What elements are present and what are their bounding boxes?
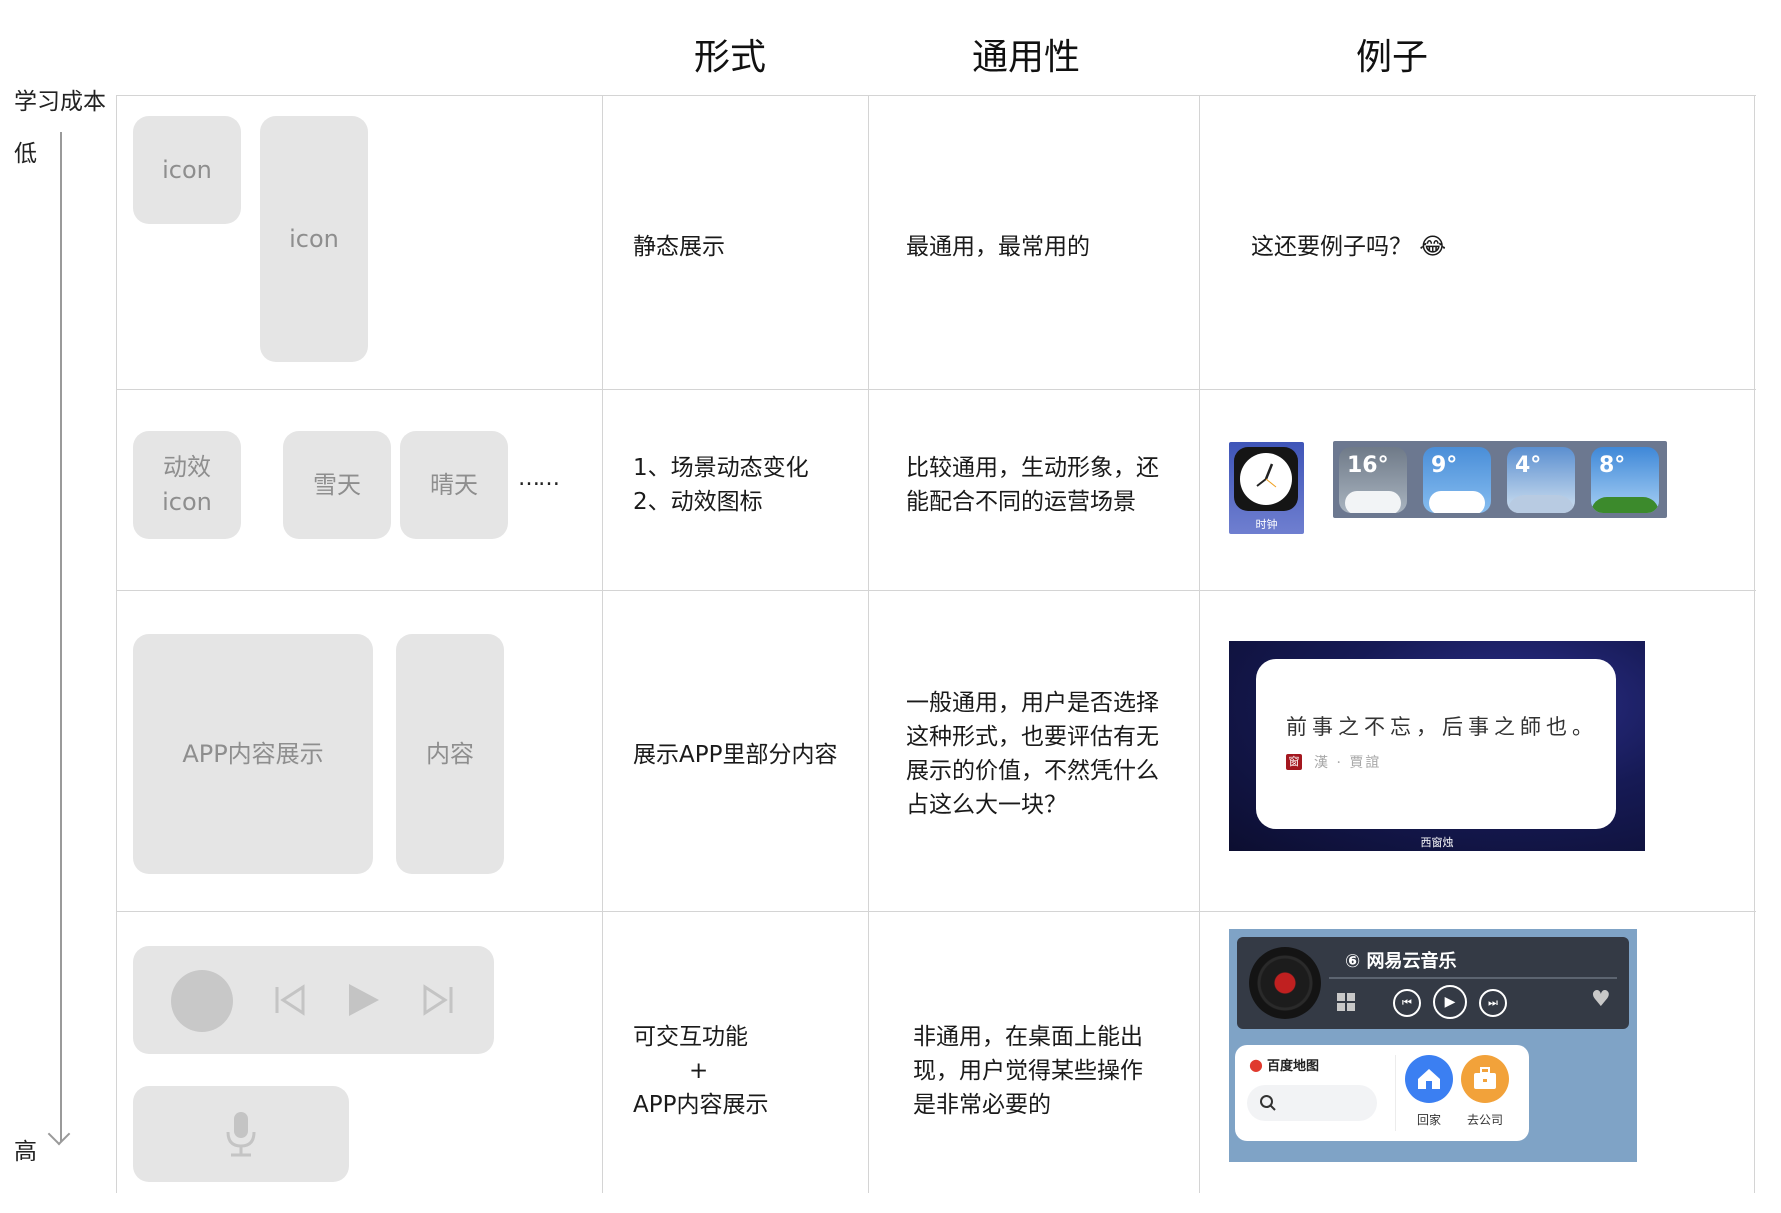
search-icon <box>1260 1095 1276 1111</box>
grid-line <box>1199 95 1200 1193</box>
weather-card-sunny: 8° <box>1591 447 1659 513</box>
row4-generality: 非通用，在桌面上能出 现，用户觉得某些操作 是非常必要的 <box>913 1024 1143 1118</box>
header-form: 形式 <box>694 37 767 78</box>
company-label: 去公司 <box>1467 1113 1504 1127</box>
placeholder-music-player <box>133 946 494 1054</box>
poem-app-label: 西窗烛 <box>1420 836 1454 849</box>
briefcase-icon <box>1474 1067 1496 1089</box>
row3-generality: 一般通用，用户是否选择 这种形式，也要评估有无 展示的价值，不然凭什么 占这么大… <box>906 690 1159 818</box>
grid-line <box>602 95 603 1193</box>
header-generality: 通用性 <box>972 37 1081 78</box>
home-icon <box>1418 1069 1440 1089</box>
map-app-name: 百度地图 <box>1267 1059 1320 1074</box>
grid-line <box>116 95 1756 96</box>
cloud-icon <box>1345 491 1401 513</box>
music-app-name: ⑥ 网易云音乐 <box>1345 951 1457 972</box>
placeholder-content: 内容 <box>396 634 504 874</box>
axis-low-label: 低 <box>14 141 37 167</box>
weather-card-snow: 9° <box>1423 447 1491 513</box>
map-pin-icon: ● <box>1249 1055 1263 1074</box>
row4-form: 可交互功能 + APP内容展示 <box>633 1024 769 1118</box>
netease-music-widget: ⑥ 网易云音乐 ⏮ ▶ ⏭ ♥ <box>1237 937 1629 1029</box>
next-icon <box>423 984 453 1016</box>
placeholder-sunny: 晴天 <box>400 431 508 539</box>
row1-generality: 最通用，最常用的 <box>906 234 1090 260</box>
home-button[interactable] <box>1405 1055 1453 1103</box>
row2-generality: 比较通用，生动形象，还 能配合不同的运营场景 <box>906 455 1159 515</box>
play-icon <box>349 984 379 1016</box>
grid-line <box>116 389 1756 390</box>
poem-author: 漢 · 賈誼 <box>1314 755 1382 771</box>
microphone-icon <box>226 1112 256 1157</box>
axis-arrow-icon <box>47 1122 71 1146</box>
divider <box>1395 1055 1396 1131</box>
clock-widget-example: 时钟 <box>1229 442 1304 534</box>
music-and-map-widget-example: ⑥ 网易云音乐 ⏮ ▶ ⏭ ♥ ● 百度地图 回家 去公司 <box>1229 929 1637 1162</box>
row3-form: 展示APP里部分内容 <box>633 742 838 768</box>
clock-icon <box>1234 447 1298 511</box>
axis-line <box>60 132 62 1142</box>
company-button[interactable] <box>1461 1055 1509 1103</box>
row1-form: 静态展示 <box>633 234 725 260</box>
play-button[interactable]: ▶ <box>1433 985 1467 1019</box>
grid-line <box>868 95 869 1193</box>
vinyl-record-icon <box>1249 947 1321 1019</box>
ellipsis: …… <box>518 466 560 491</box>
placeholder-icon-tall: icon <box>260 116 368 362</box>
heart-icon[interactable]: ♥ <box>1591 987 1611 1012</box>
grid-line <box>116 95 117 1193</box>
placeholder-icon-small: icon <box>133 116 241 224</box>
clock-label: 时钟 <box>1255 518 1278 531</box>
grid-line <box>1754 95 1755 1193</box>
weather-card-hazy: 4° <box>1507 447 1575 513</box>
placeholder-snow: 雪天 <box>283 431 391 539</box>
next-button[interactable]: ⏭ <box>1479 989 1507 1017</box>
cloud-icon <box>1429 491 1485 513</box>
poem-widget-example: 前事之不忘，后事之師也。 窗 漢 · 賈誼 西窗烛 <box>1229 641 1645 851</box>
poem-card: 前事之不忘，后事之師也。 窗 漢 · 賈誼 <box>1256 659 1616 829</box>
placeholder-app-content: APP内容展示 <box>133 634 373 874</box>
grid-icon <box>1337 993 1355 1011</box>
mountain-icon <box>1507 495 1575 513</box>
grid-line <box>116 590 1756 591</box>
grass-icon <box>1591 497 1659 513</box>
previous-icon <box>275 984 305 1016</box>
axis-high-label: 高 <box>14 1139 37 1165</box>
row2-form: 1、场景动态变化 2、动效图标 <box>633 455 809 515</box>
header-example: 例子 <box>1356 37 1429 78</box>
weather-card-cloudy: 16° <box>1339 447 1407 513</box>
row1-example-text: 这还要例子吗？ 😂 <box>1251 234 1447 260</box>
netease-logo-icon: ⑥ <box>1345 951 1361 972</box>
poem-line: 前事之不忘，后事之師也。 <box>1286 715 1598 739</box>
album-art-icon <box>171 970 233 1032</box>
placeholder-voice-input <box>133 1086 349 1182</box>
map-search-box[interactable] <box>1247 1085 1377 1121</box>
home-label: 回家 <box>1417 1113 1442 1127</box>
progress-bar <box>1329 977 1617 979</box>
placeholder-animated-icon: 动效 icon <box>133 431 241 539</box>
previous-button[interactable]: ⏮ <box>1393 989 1421 1017</box>
grid-line <box>116 911 1756 912</box>
weather-widget-example: 16° 9° 4° 8° <box>1333 441 1667 518</box>
clock-hands <box>1256 463 1277 488</box>
baidu-map-widget: ● 百度地图 回家 去公司 <box>1235 1045 1529 1141</box>
axis-title: 学习成本 <box>14 89 106 115</box>
seal-icon: 窗 <box>1286 754 1302 770</box>
